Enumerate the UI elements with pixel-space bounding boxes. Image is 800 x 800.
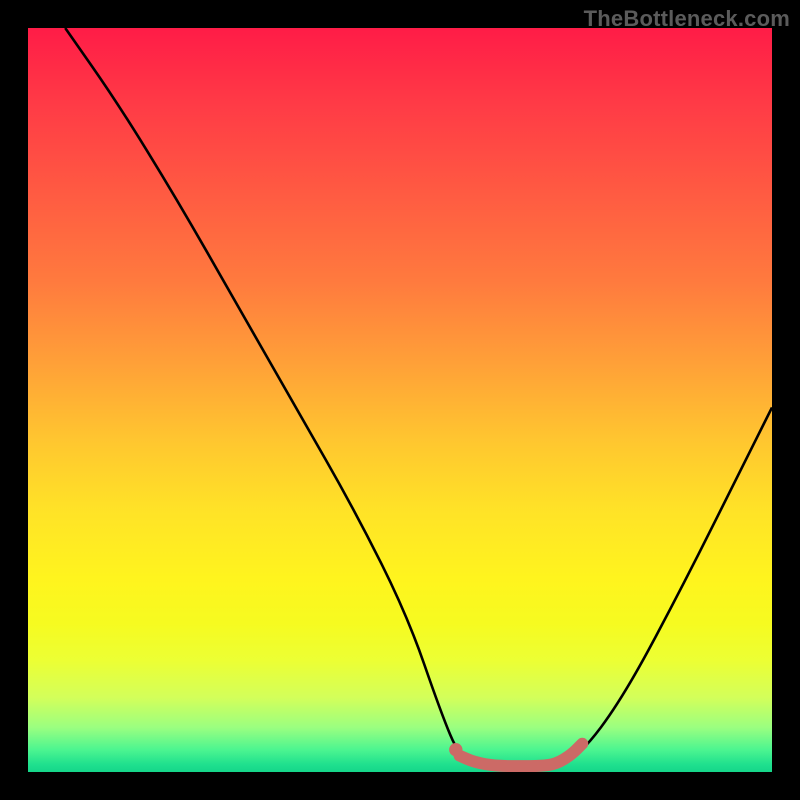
curve-layer [28,28,772,772]
chart-frame: TheBottleneck.com [0,0,800,800]
highlight-dot-icon [449,743,462,756]
bottleneck-curve [65,28,772,768]
highlight-segment [460,744,583,766]
plot-area [28,28,772,772]
watermark-text: TheBottleneck.com [584,6,790,32]
